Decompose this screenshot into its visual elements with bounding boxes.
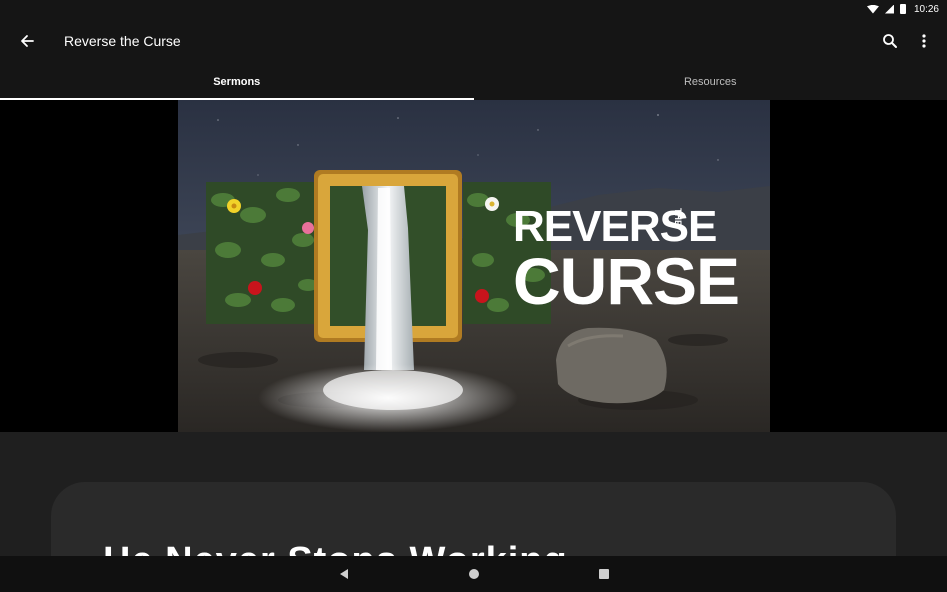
wifi-icon [866, 4, 879, 14]
search-button[interactable] [877, 28, 903, 54]
arrow-back-icon [21, 35, 34, 47]
tab-sermons[interactable]: Sermons [0, 64, 474, 100]
square-recents-icon [598, 569, 609, 579]
series-artwork: REVERSE THE CURSE [178, 100, 770, 432]
nav-recents-button[interactable] [589, 559, 619, 589]
back-button[interactable] [14, 28, 40, 54]
screen: 10:26 Reverse the Curse Sermons Resource… [0, 0, 947, 592]
circle-home-icon [468, 569, 479, 579]
app-bar-actions [877, 28, 937, 54]
triangle-back-icon [339, 569, 348, 579]
tab-resources[interactable]: Resources [474, 64, 947, 100]
hero-banner: REVERSE THE CURSE [0, 100, 947, 432]
app-bar: Reverse the Curse [0, 18, 947, 64]
nav-back-button[interactable] [329, 559, 359, 589]
cellular-signal-icon [884, 4, 894, 14]
more-vert-icon [922, 34, 926, 48]
hero-title-small: THE [673, 208, 683, 226]
tab-bar: Sermons Resources [0, 64, 947, 100]
hero-title-line2: CURSE [513, 244, 739, 318]
more-options-button[interactable] [911, 28, 937, 54]
battery-icon [899, 4, 906, 14]
system-nav-bar [0, 556, 947, 592]
status-time: 10:26 [913, 3, 939, 15]
page-title: Reverse the Curse [64, 33, 181, 49]
series-artwork-graphic: REVERSE THE CURSE [178, 100, 770, 432]
search-icon [883, 34, 897, 48]
status-bar: 10:26 [0, 0, 947, 18]
nav-home-button[interactable] [459, 559, 489, 589]
